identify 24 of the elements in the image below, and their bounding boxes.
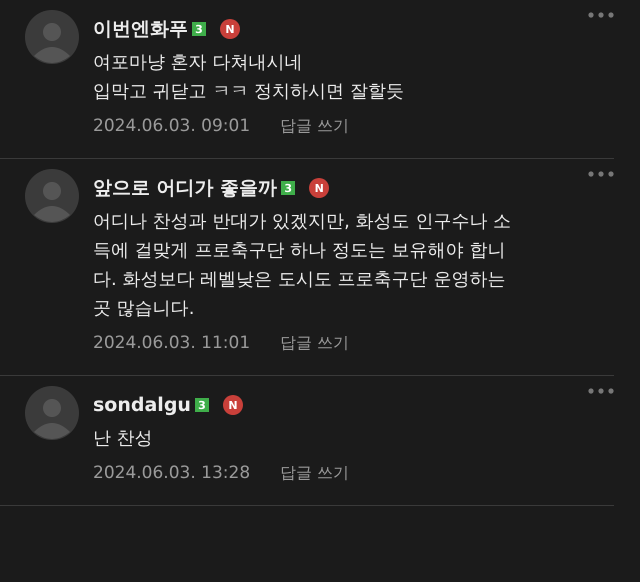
avatar-icon <box>25 169 79 223</box>
more-icon[interactable] <box>588 171 614 177</box>
comment-text: 어디나 찬성과 반대가 있겠지만, 화성도 인구수나 소 득에 걸맞게 프로축구단 하나 정도는 보유해야 합니 다. 화성보다 레벨낮은 도시도 프로축구단 운영하는 곳 많습니다. <box>93 210 512 321</box>
reply-link[interactable]: 답글 쓰기 <box>280 114 350 138</box>
comment-date: 2024.06.03. 11:01 <box>93 332 250 355</box>
reply-link[interactable]: 답글 쓰기 <box>280 331 350 355</box>
comment-date: 2024.06.03. 13:28 <box>93 462 250 485</box>
new-badge: N <box>309 178 330 198</box>
reply-link[interactable]: 답글 쓰기 <box>280 461 350 485</box>
author-name: 앞으로 어디가 좋을까 <box>93 176 278 201</box>
new-badge: N <box>220 19 240 39</box>
level-badge: 3 <box>194 398 209 412</box>
author-name: sondalgu <box>93 393 191 418</box>
comment-text: 난 찬성 <box>93 427 154 451</box>
more-icon[interactable] <box>588 388 614 394</box>
avatar-icon <box>25 10 79 64</box>
author-name: 이번엔화푸 <box>93 17 188 42</box>
new-badge: N <box>222 395 243 415</box>
level-badge: 3 <box>281 181 296 195</box>
avatar-icon <box>25 386 79 440</box>
comment-text: 여포마냥 혼자 다쳐내시네 입막고 귀닫고 ㅋㅋ 정치하시면 잘할듯 <box>93 51 404 104</box>
level-badge: 3 <box>192 22 206 36</box>
more-icon[interactable] <box>588 12 614 18</box>
comment-date: 2024.06.03. 09:01 <box>93 115 250 138</box>
